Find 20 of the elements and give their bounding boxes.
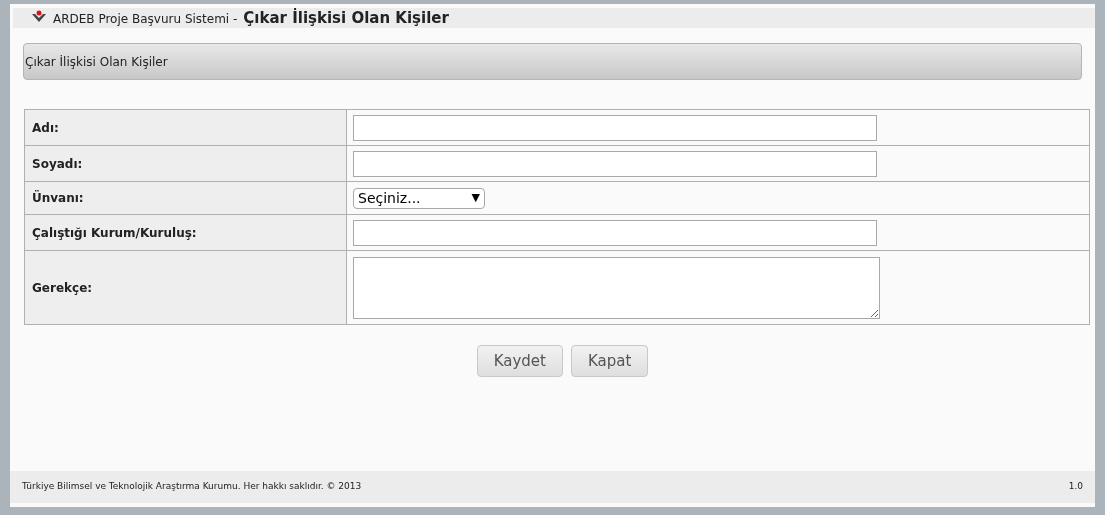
text-area[interactable] — [353, 256, 880, 319]
form-button[interactable]: Kaydet — [476, 345, 563, 377]
panel-title: Çıkar İlişkisi Olan Kişiler — [25, 53, 168, 71]
version-text: 1.0 — [1068, 480, 1083, 494]
form-button[interactable]: Kapat — [570, 345, 649, 377]
app-name: ARDEB Proje Başvuru Sistemi - — [53, 11, 238, 28]
page-title: Çıkar İlişkisi Olan Kişiler — [243, 8, 449, 28]
field-label: Soyadı: — [24, 145, 347, 182]
field-label: Çalıştığı Kurum/Kuruluş: — [24, 214, 347, 251]
dropdown-arrow: ▼ — [471, 189, 480, 206]
text-field[interactable] — [353, 219, 877, 246]
dropdown[interactable]: Seçiniz... ▼ — [353, 187, 485, 209]
logo-icon — [31, 10, 47, 24]
dropdown-value: Seçiniz... — [358, 188, 421, 208]
field-label: Adı: — [24, 109, 347, 146]
field-label: Gerekçe: — [24, 250, 347, 325]
field-label: Ünvanı: — [24, 181, 347, 215]
text-field[interactable] — [353, 114, 877, 141]
text-field[interactable] — [353, 150, 877, 177]
copyright-text: Türkiye Bilimsel ve Teknolojik Araştırma Kurumu. Her hakkı saklıdır. © 2013 — [22, 480, 362, 494]
